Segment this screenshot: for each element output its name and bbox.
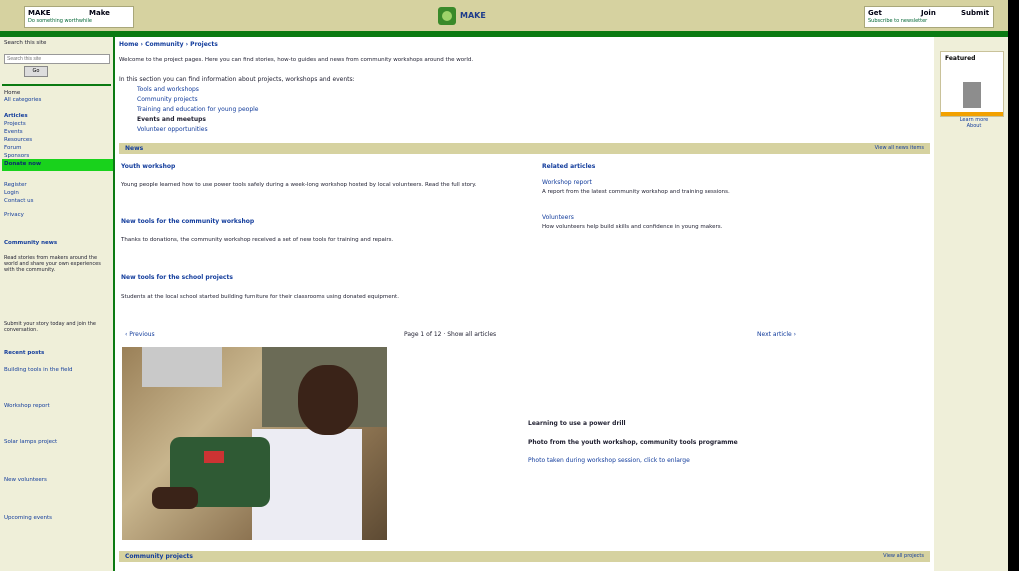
pager-text[interactable]: Page 1 of 12 · Show all articles (404, 331, 496, 338)
sidebar-item-articles[interactable]: Articles (4, 113, 28, 119)
related-item-text: A report from the latest community works… (542, 189, 730, 195)
right-sidebar: Featured Learn more About (934, 37, 1008, 571)
sidebar-item-register[interactable]: Register (4, 182, 27, 188)
list-item[interactable]: Volunteer opportunities (137, 126, 208, 133)
sidebar-item-contact[interactable]: Contact us (4, 198, 34, 204)
next-link[interactable]: Next article › (757, 331, 796, 338)
projects-view-all-link[interactable]: View all projects (883, 553, 924, 559)
header-left-box[interactable]: MAKE Make Do something worthwhile (24, 6, 134, 28)
recent-item[interactable]: Building tools in the field (4, 367, 73, 373)
sidebar-item-login[interactable]: Login (4, 190, 19, 196)
header-right-subtitle: Subscribe to newsletter (868, 18, 928, 24)
header-bar: MAKE Make Do something worthwhile MAKE G… (0, 0, 1008, 37)
prev-link[interactable]: ‹ Previous (125, 331, 155, 338)
projects-section-title: Community projects (125, 553, 193, 560)
community-heading[interactable]: Community news (4, 240, 57, 246)
article-title[interactable]: New tools for the community workshop (121, 218, 254, 225)
sidebar-divider (2, 84, 111, 86)
caption-link[interactable]: Photo taken during workshop session, cli… (528, 457, 690, 464)
recent-heading[interactable]: Recent posts (4, 350, 44, 356)
list-item[interactable]: Training and education for young people (137, 106, 259, 113)
recent-item[interactable]: Solar lamps project (4, 439, 57, 445)
recent-item[interactable]: New volunteers (4, 477, 47, 483)
news-section-header: News View all news items (119, 143, 930, 154)
sidebar-item-privacy[interactable]: Privacy (4, 212, 24, 218)
sidebar-item-all[interactable]: All categories (4, 97, 41, 103)
community-text: Read stories from makers around the worl… (4, 255, 101, 273)
community-text-2: Submit your story today and join the con… (4, 321, 96, 333)
projects-section-header: Community projects View all projects (119, 551, 930, 562)
header-left-title2: Make (89, 9, 110, 17)
search-input[interactable] (4, 54, 110, 64)
breadcrumb[interactable]: Home › Community › Projects (119, 41, 218, 48)
sidebar-ad[interactable]: Featured (940, 51, 1004, 117)
article-text: Students at the local school started bui… (121, 294, 399, 300)
news-section-title: News (125, 145, 144, 152)
ad-link[interactable]: About (944, 123, 1004, 129)
intro-text: Welcome to the project pages. Here you c… (119, 57, 474, 63)
related-item-title[interactable]: Workshop report (542, 179, 592, 186)
caption-subtitle: Photo from the youth workshop, community… (528, 439, 738, 446)
sidebar-item-events[interactable]: Events (4, 129, 23, 135)
site-logo[interactable]: MAKE (438, 7, 518, 25)
list-item[interactable]: Community projects (137, 96, 198, 103)
recent-item[interactable]: Upcoming events (4, 515, 52, 521)
related-heading: Related articles (542, 163, 596, 170)
search-go-button[interactable]: Go (24, 66, 48, 77)
window-edge (1008, 0, 1019, 571)
header-left-title: MAKE (28, 9, 51, 17)
recent-item[interactable]: Workshop report (4, 403, 50, 409)
main-content: Home › Community › Projects Welcome to t… (115, 37, 932, 571)
sidebar-search-label: Search this site (4, 40, 47, 46)
ad-image (963, 82, 981, 108)
related-item-title[interactable]: Volunteers (542, 214, 574, 221)
ad-title: Featured (945, 55, 976, 62)
header-right-box[interactable]: Get Join Submit Subscribe to newsletter (864, 6, 994, 28)
left-sidebar: Search this site Go Home All categories … (0, 37, 115, 571)
sidebar-item-donate[interactable]: Donate now (4, 161, 41, 167)
ad-links: Learn more About (944, 117, 1004, 129)
related-item-text: How volunteers help build skills and con… (542, 224, 723, 230)
article-text: Young people learned how to use power to… (121, 182, 477, 188)
list-item[interactable]: Events and meetups (137, 116, 206, 123)
page: MAKE Make Do something worthwhile MAKE G… (0, 0, 1008, 571)
header-right-title: Get (868, 9, 882, 17)
list-intro: In this section you can find information… (119, 76, 355, 83)
sidebar-item-forum[interactable]: Forum (4, 145, 21, 151)
header-right-title3: Submit (961, 9, 990, 17)
sidebar-item-resources[interactable]: Resources (4, 137, 32, 143)
logo-text: MAKE (460, 11, 486, 20)
sidebar-item-projects[interactable]: Projects (4, 121, 26, 127)
header-right-title2: Join (921, 9, 936, 17)
list-item[interactable]: Tools and workshops (137, 86, 199, 93)
caption-title: Learning to use a power drill (528, 420, 626, 427)
sidebar-section-label: Home (4, 90, 21, 96)
article-text: Thanks to donations, the community works… (121, 237, 394, 243)
article-photo[interactable] (122, 347, 387, 540)
logo-icon (438, 7, 456, 25)
article-title[interactable]: New tools for the school projects (121, 274, 233, 281)
article-title[interactable]: Youth workshop (121, 163, 175, 170)
news-view-all-link[interactable]: View all news items (875, 145, 924, 151)
header-left-subtitle: Do something worthwhile (28, 18, 93, 24)
